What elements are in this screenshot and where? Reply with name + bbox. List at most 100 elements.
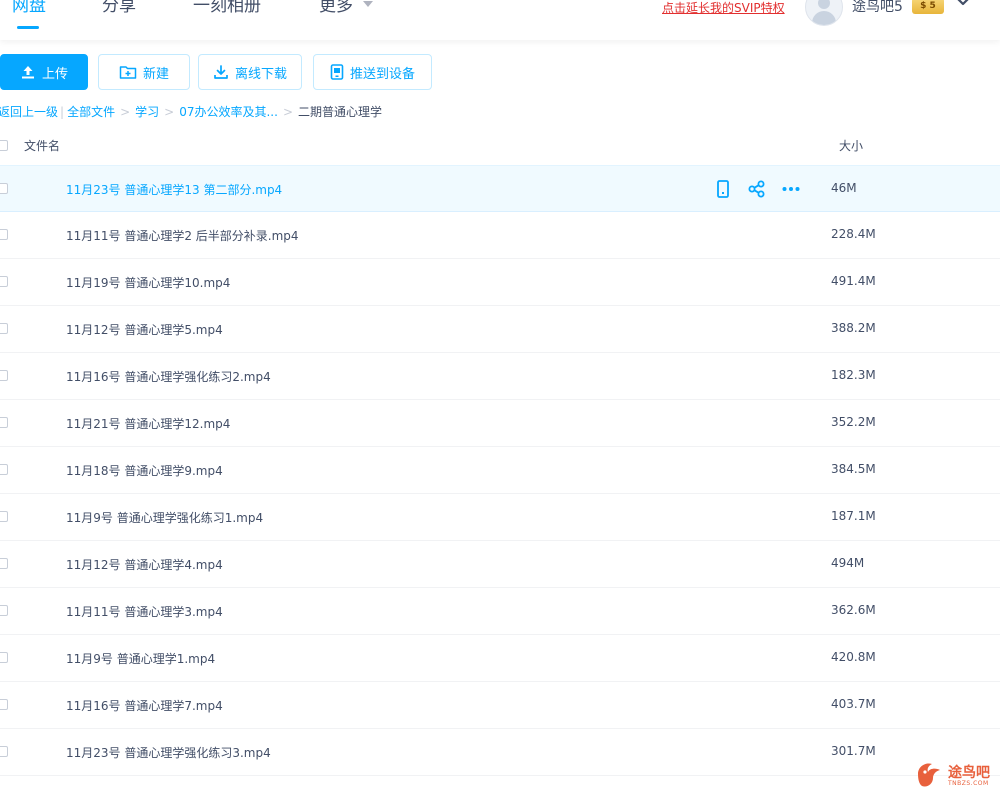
bird-logo-icon: [918, 763, 940, 787]
more-icon[interactable]: [781, 180, 801, 198]
new-folder-button[interactable]: 新建: [98, 54, 190, 90]
file-size: 352.2M: [831, 415, 876, 429]
column-header-name[interactable]: 文件名: [24, 137, 60, 154]
file-size: 182.3M: [831, 368, 876, 382]
file-name[interactable]: 11月23号 普通心理学13 第二部分.mp4: [66, 181, 282, 198]
breadcrumb-back-link[interactable]: 返回上一级: [0, 105, 58, 119]
file-name[interactable]: 11月12号 普通心理学5.mp4: [66, 321, 223, 338]
new-folder-label: 新建: [142, 66, 169, 82]
caret-down-icon: [363, 1, 373, 7]
row-checkbox[interactable]: [0, 323, 8, 334]
table-row[interactable]: 11月19号 普通心理学10.mp4 491.4M: [0, 259, 1000, 306]
file-name[interactable]: 11月16号 普通心理学强化练习2.mp4: [66, 368, 271, 385]
file-size: 384.5M: [831, 462, 876, 476]
file-size: 301.7M: [831, 744, 876, 758]
file-size: 228.4M: [831, 227, 876, 241]
file-name[interactable]: 11月9号 普通心理学1.mp4: [66, 650, 215, 667]
upload-icon: [21, 66, 34, 79]
push-device-icon[interactable]: [713, 180, 733, 198]
offline-download-button[interactable]: 离线下载: [198, 54, 302, 90]
row-checkbox[interactable]: [0, 699, 8, 710]
row-checkbox[interactable]: [0, 652, 8, 663]
avatar-head: [818, 0, 830, 9]
row-actions: [713, 180, 801, 198]
breadcrumb-separator-icon: >: [120, 105, 131, 119]
file-name[interactable]: 11月23号 普通心理学强化练习3.mp4: [66, 744, 271, 761]
tab-share[interactable]: 分享: [102, 0, 136, 18]
table-row[interactable]: 11月9号 普通心理学强化练习1.mp4 187.1M: [0, 494, 1000, 541]
push-to-device-label: 推送到设备: [349, 66, 415, 82]
file-list: 11月23号 普通心理学13 第二部分.mp4 46M 11月11号 普通心理学…: [0, 165, 1000, 776]
table-row[interactable]: 11月12号 普通心理学4.mp4 494M: [0, 541, 1000, 588]
table-row[interactable]: 11月16号 普通心理学强化练习2.mp4 182.3M: [0, 353, 1000, 400]
file-name[interactable]: 11月16号 普通心理学7.mp4: [66, 697, 223, 714]
tab-more[interactable]: 更多: [319, 0, 373, 18]
breadcrumb-all-files[interactable]: 全部文件: [67, 105, 115, 119]
table-row[interactable]: 11月16号 普通心理学7.mp4 403.7M: [0, 682, 1000, 729]
table-row[interactable]: 11月9号 普通心理学1.mp4 420.8M: [0, 635, 1000, 682]
file-name[interactable]: 11月18号 普通心理学9.mp4: [66, 462, 223, 479]
table-row[interactable]: 11月23号 普通心理学13 第二部分.mp4 46M: [0, 165, 1000, 212]
row-checkbox[interactable]: [0, 605, 8, 616]
breadcrumb-item-study[interactable]: 学习: [135, 105, 159, 119]
offline-download-label: 离线下载: [234, 66, 287, 82]
vip-badge: $ 5: [912, 0, 944, 14]
row-checkbox[interactable]: [0, 558, 8, 569]
row-checkbox[interactable]: [0, 746, 8, 757]
tab-more-label: 更多: [319, 0, 353, 16]
breadcrumb-item-office[interactable]: 07办公效率及其...: [179, 105, 278, 119]
file-name[interactable]: 11月12号 普通心理学4.mp4: [66, 556, 223, 573]
breadcrumb: 返回上一级 | 全部文件 > 学习 >07办公效率及其... > 二期普通心理学: [0, 103, 382, 121]
file-name[interactable]: 11月9号 普通心理学强化练习1.mp4: [66, 509, 263, 526]
row-checkbox[interactable]: [0, 183, 8, 194]
file-name[interactable]: 11月21号 普通心理学12.mp4: [66, 415, 230, 432]
push-to-device-button[interactable]: 推送到设备: [313, 54, 432, 90]
row-checkbox[interactable]: [0, 370, 8, 381]
file-size: 491.4M: [831, 274, 876, 288]
breadcrumb-divider: |: [60, 105, 65, 119]
row-checkbox[interactable]: [0, 464, 8, 475]
upload-label: 上传: [41, 66, 68, 82]
share-icon[interactable]: [747, 180, 767, 198]
table-header: 文件名 大小: [0, 132, 1000, 162]
table-row[interactable]: 11月21号 普通心理学12.mp4 352.2M: [0, 400, 1000, 447]
breadcrumb-separator-icon: >: [164, 105, 175, 119]
table-row[interactable]: 11月23号 普通心理学强化练习3.mp4 301.7M: [0, 729, 1000, 776]
watermark-logo: 途鸟吧 TNBZS.COM: [914, 760, 994, 792]
upload-button[interactable]: 上传: [0, 54, 88, 90]
avatar-body: [812, 11, 836, 25]
file-size: 362.6M: [831, 603, 876, 617]
select-all-checkbox[interactable]: [0, 140, 8, 151]
row-checkbox[interactable]: [0, 417, 8, 428]
table-row[interactable]: 11月18号 普通心理学9.mp4 384.5M: [0, 447, 1000, 494]
table-row[interactable]: 11月11号 普通心理学3.mp4 362.6M: [0, 588, 1000, 635]
file-size: 403.7M: [831, 697, 876, 711]
chevron-down-icon[interactable]: [955, 0, 971, 8]
row-checkbox[interactable]: [0, 511, 8, 522]
row-checkbox[interactable]: [0, 276, 8, 287]
table-row[interactable]: 11月12号 普通心理学5.mp4 388.2M: [0, 306, 1000, 353]
table-row[interactable]: 11月11号 普通心理学2 后半部分补录.mp4 228.4M: [0, 212, 1000, 259]
column-header-size[interactable]: 大小: [839, 137, 863, 154]
file-size: 187.1M: [831, 509, 876, 523]
breadcrumb-current: 二期普通心理学: [298, 105, 383, 119]
tab-album[interactable]: 一刻相册: [193, 0, 261, 18]
file-size: 494M: [831, 556, 865, 570]
file-name[interactable]: 11月19号 普通心理学10.mp4: [66, 274, 230, 291]
avatar[interactable]: [805, 0, 843, 26]
active-tab-indicator: [17, 26, 39, 29]
tab-netdisk[interactable]: 网盘: [12, 0, 46, 18]
svip-renew-link[interactable]: 点击延长我的SVIP特权: [662, 0, 785, 16]
file-name[interactable]: 11月11号 普通心理学3.mp4: [66, 603, 223, 620]
breadcrumb-separator-icon: >: [282, 105, 293, 119]
watermark-text: 途鸟吧: [948, 765, 990, 781]
row-checkbox[interactable]: [0, 229, 8, 240]
username[interactable]: 途鸟吧5: [852, 0, 903, 16]
download-icon: [214, 65, 228, 79]
device-icon: [330, 64, 344, 80]
file-name[interactable]: 11月11号 普通心理学2 后半部分补录.mp4: [66, 227, 299, 244]
watermark-subtext: TNBZS.COM: [948, 780, 989, 787]
new-folder-icon: [119, 66, 137, 79]
top-nav: 网盘 分享 一刻相册 更多 点击延长我的SVIP特权 途鸟吧5 $ 5: [0, 0, 1000, 40]
file-size: 388.2M: [831, 321, 876, 335]
